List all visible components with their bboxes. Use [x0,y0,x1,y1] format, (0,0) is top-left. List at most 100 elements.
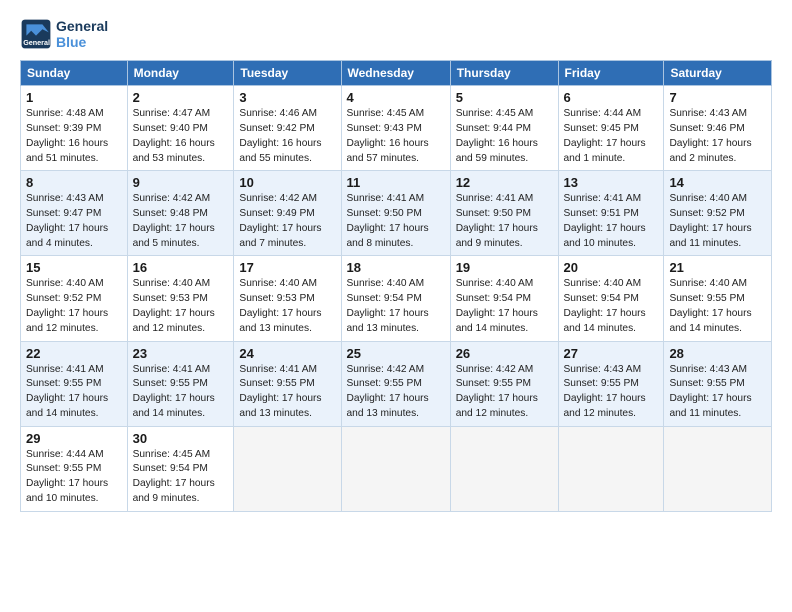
calendar-cell [664,426,772,511]
day-info: Sunrise: 4:40 AMSunset: 9:53 PMDaylight:… [239,277,335,336]
calendar-cell: 3Sunrise: 4:46 AMSunset: 9:42 PMDaylight… [234,86,341,171]
calendar-week-row: 29 Sunrise: 4:44 AMSunset: 9:55 PMDayligh… [21,426,772,511]
day-number: 7 [669,90,766,105]
day-number: 17 [239,260,335,275]
calendar-cell: 2Sunrise: 4:47 AMSunset: 9:40 PMDaylight… [127,86,234,171]
day-info: Sunrise: 4:42 AMSunset: 9:49 PMDaylight:… [239,192,335,251]
weekday-header-monday: Monday [127,61,234,86]
day-info: Sunrise: 4:48 AMSunset: 9:39 PMDaylight:… [26,107,122,166]
logo: General General Blue [20,18,108,50]
day-info: Sunrise: 4:42 AMSunset: 9:48 PMDaylight:… [133,192,229,251]
calendar-cell: 26Sunrise: 4:42 AMSunset: 9:55 PMDayligh… [450,341,558,426]
calendar-cell: 17 Sunrise: 4:40 AMSunset: 9:53 PMDayligh… [234,256,341,341]
header: General General Blue [20,18,772,50]
calendar-table: SundayMondayTuesdayWednesdayThursdayFrid… [20,60,772,512]
day-number: 23 [133,346,229,361]
calendar-cell: 10 Sunrise: 4:42 AMSunset: 9:49 PMDayligh… [234,171,341,256]
day-number: 11 [347,175,445,190]
day-number: 6 [564,90,659,105]
day-info: Sunrise: 4:45 AMSunset: 9:54 PMDaylight:… [133,448,229,507]
weekday-header-thursday: Thursday [450,61,558,86]
calendar-cell: 14 Sunrise: 4:40 AMSunset: 9:52 PMDayligh… [664,171,772,256]
calendar-cell: 18Sunrise: 4:40 AMSunset: 9:54 PMDayligh… [341,256,450,341]
calendar-cell [341,426,450,511]
day-info: Sunrise: 4:42 AMSunset: 9:55 PMDaylight:… [456,363,553,422]
day-info: Sunrise: 4:42 AMSunset: 9:55 PMDaylight:… [347,363,445,422]
calendar-cell [450,426,558,511]
day-number: 8 [26,175,122,190]
weekday-header-wednesday: Wednesday [341,61,450,86]
day-info: Sunrise: 4:43 AMSunset: 9:55 PMDaylight:… [564,363,659,422]
day-number: 27 [564,346,659,361]
calendar-cell: 7 Sunrise: 4:43 AMSunset: 9:46 PMDaylight… [664,86,772,171]
day-info: Sunrise: 4:41 AMSunset: 9:55 PMDaylight:… [239,363,335,422]
day-number: 22 [26,346,122,361]
calendar-cell: 8 Sunrise: 4:43 AMSunset: 9:47 PMDaylight… [21,171,128,256]
logo-line2: Blue [56,34,108,50]
weekday-header-row: SundayMondayTuesdayWednesdayThursdayFrid… [21,61,772,86]
day-number: 4 [347,90,445,105]
day-number: 9 [133,175,229,190]
day-info: Sunrise: 4:44 AMSunset: 9:45 PMDaylight:… [564,107,659,166]
weekday-header-saturday: Saturday [664,61,772,86]
day-number: 10 [239,175,335,190]
calendar-cell: 30 Sunrise: 4:45 AMSunset: 9:54 PMDayligh… [127,426,234,511]
day-info: Sunrise: 4:40 AMSunset: 9:55 PMDaylight:… [669,277,766,336]
page: General General Blue SundayMondayTuesday… [0,0,792,612]
day-number: 25 [347,346,445,361]
svg-text:General: General [23,38,50,47]
day-info: Sunrise: 4:41 AMSunset: 9:55 PMDaylight:… [26,363,122,422]
calendar-cell: 11Sunrise: 4:41 AMSunset: 9:50 PMDayligh… [341,171,450,256]
day-number: 13 [564,175,659,190]
day-info: Sunrise: 4:44 AMSunset: 9:55 PMDaylight:… [26,448,122,507]
day-info: Sunrise: 4:40 AMSunset: 9:52 PMDaylight:… [26,277,122,336]
day-number: 28 [669,346,766,361]
day-info: Sunrise: 4:45 AMSunset: 9:43 PMDaylight:… [347,107,445,166]
day-info: Sunrise: 4:43 AMSunset: 9:46 PMDaylight:… [669,107,766,166]
calendar-cell: 6 Sunrise: 4:44 AMSunset: 9:45 PMDaylight… [558,86,664,171]
calendar-cell: 28 Sunrise: 4:43 AMSunset: 9:55 PMDayligh… [664,341,772,426]
calendar-cell [558,426,664,511]
logo-line1: General [56,18,108,34]
calendar-cell: 16 Sunrise: 4:40 AMSunset: 9:53 PMDayligh… [127,256,234,341]
calendar-cell: 27 Sunrise: 4:43 AMSunset: 9:55 PMDayligh… [558,341,664,426]
calendar-week-row: 22 Sunrise: 4:41 AMSunset: 9:55 PMDayligh… [21,341,772,426]
day-number: 16 [133,260,229,275]
calendar-cell: 29 Sunrise: 4:44 AMSunset: 9:55 PMDayligh… [21,426,128,511]
calendar-week-row: 1 Sunrise: 4:48 AMSunset: 9:39 PMDaylight… [21,86,772,171]
day-number: 20 [564,260,659,275]
weekday-header-tuesday: Tuesday [234,61,341,86]
day-number: 1 [26,90,122,105]
day-info: Sunrise: 4:41 AMSunset: 9:50 PMDaylight:… [456,192,553,251]
day-number: 14 [669,175,766,190]
day-number: 30 [133,431,229,446]
day-info: Sunrise: 4:40 AMSunset: 9:52 PMDaylight:… [669,192,766,251]
day-number: 29 [26,431,122,446]
calendar-cell: 19 Sunrise: 4:40 AMSunset: 9:54 PMDayligh… [450,256,558,341]
day-info: Sunrise: 4:41 AMSunset: 9:51 PMDaylight:… [564,192,659,251]
day-info: Sunrise: 4:40 AMSunset: 9:54 PMDaylight:… [347,277,445,336]
calendar-cell: 20Sunrise: 4:40 AMSunset: 9:54 PMDayligh… [558,256,664,341]
day-info: Sunrise: 4:40 AMSunset: 9:54 PMDaylight:… [456,277,553,336]
calendar-cell: 13 Sunrise: 4:41 AMSunset: 9:51 PMDayligh… [558,171,664,256]
calendar-cell: 9 Sunrise: 4:42 AMSunset: 9:48 PMDaylight… [127,171,234,256]
day-info: Sunrise: 4:46 AMSunset: 9:42 PMDaylight:… [239,107,335,166]
day-info: Sunrise: 4:43 AMSunset: 9:47 PMDaylight:… [26,192,122,251]
day-number: 15 [26,260,122,275]
calendar-cell: 5Sunrise: 4:45 AMSunset: 9:44 PMDaylight… [450,86,558,171]
calendar-cell: 15 Sunrise: 4:40 AMSunset: 9:52 PMDayligh… [21,256,128,341]
calendar-cell: 22 Sunrise: 4:41 AMSunset: 9:55 PMDayligh… [21,341,128,426]
weekday-header-friday: Friday [558,61,664,86]
calendar-cell: 1 Sunrise: 4:48 AMSunset: 9:39 PMDaylight… [21,86,128,171]
day-info: Sunrise: 4:43 AMSunset: 9:55 PMDaylight:… [669,363,766,422]
day-info: Sunrise: 4:40 AMSunset: 9:53 PMDaylight:… [133,277,229,336]
day-number: 19 [456,260,553,275]
calendar-cell [234,426,341,511]
day-info: Sunrise: 4:41 AMSunset: 9:55 PMDaylight:… [133,363,229,422]
day-number: 24 [239,346,335,361]
calendar-week-row: 15 Sunrise: 4:40 AMSunset: 9:52 PMDayligh… [21,256,772,341]
calendar-cell: 4 Sunrise: 4:45 AMSunset: 9:43 PMDaylight… [341,86,450,171]
day-number: 21 [669,260,766,275]
calendar-cell: 25 Sunrise: 4:42 AMSunset: 9:55 PMDayligh… [341,341,450,426]
weekday-header-sunday: Sunday [21,61,128,86]
